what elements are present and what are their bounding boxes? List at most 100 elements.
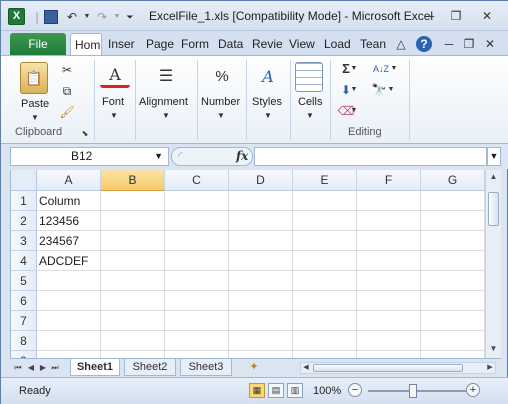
cell-g4[interactable] [421,251,485,271]
cell-d9[interactable] [229,351,293,358]
name-box-value[interactable]: B12 [71,149,92,163]
cells-label[interactable]: Cells [298,96,322,108]
page-layout-view-icon[interactable]: ▤ [268,383,284,398]
insert-function-icon[interactable]: fx [236,149,248,163]
tab-page-layout[interactable]: Page [142,33,176,55]
cell-g8[interactable] [421,331,485,351]
row-header-5[interactable]: 5 [11,271,37,291]
minimize-ribbon-icon[interactable]: △ [391,35,411,53]
cell-f4[interactable] [357,251,421,271]
cell-f3[interactable] [357,231,421,251]
cell-g1[interactable] [421,191,485,211]
cell-e8[interactable] [293,331,357,351]
cell-f9[interactable] [357,351,421,358]
cell-c7[interactable] [165,311,229,331]
cell-c1[interactable] [165,191,229,211]
cell-f1[interactable] [357,191,421,211]
previous-sheet-icon[interactable]: ◀ [25,361,37,374]
cell-b1[interactable] [101,191,165,211]
cell-g6[interactable] [421,291,485,311]
styles-group[interactable]: A Styles ▼ [248,56,288,144]
scroll-down-icon[interactable]: ▼ [487,342,500,356]
scroll-right-icon[interactable]: ▶ [485,363,495,373]
cell-c6[interactable] [165,291,229,311]
workbook-restore-icon[interactable]: ❐ [459,35,479,53]
cell-b5[interactable] [101,271,165,291]
cell-f6[interactable] [357,291,421,311]
tab-formulas[interactable]: Form [177,33,213,55]
cell-a7[interactable] [37,311,101,331]
cell-f5[interactable] [357,271,421,291]
cell-d4[interactable] [229,251,293,271]
column-header-g[interactable]: G [421,170,485,191]
scroll-up-icon[interactable]: ▲ [487,170,500,184]
scroll-left-icon[interactable]: ◀ [301,363,311,373]
undo-dropdown-icon[interactable]: ▼ [83,8,91,26]
zoom-slider[interactable] [368,390,466,392]
cell-c2[interactable] [165,211,229,231]
cell-c4[interactable] [165,251,229,271]
cell-f7[interactable] [357,311,421,331]
undo-icon[interactable]: ↶ [63,8,81,26]
clear-dropdown-icon[interactable]: ▼ [350,102,358,120]
formula-bar-handle-icon[interactable]: ◜ [178,149,183,163]
select-all-corner[interactable] [11,170,37,191]
sort-filter-dropdown-icon[interactable]: ▼ [390,60,398,78]
column-header-e[interactable]: E [293,170,357,191]
alignment-dropdown-icon[interactable]: ▼ [162,111,170,120]
zoom-in-icon[interactable]: + [466,383,480,397]
alignment-group[interactable]: ☰ Alignment ▼ [137,56,195,144]
cell-d2[interactable] [229,211,293,231]
cell-c3[interactable] [165,231,229,251]
expand-formula-bar-icon[interactable]: ▼ [487,147,501,166]
first-sheet-icon[interactable]: ⏮ [12,361,24,374]
cells-dropdown-icon[interactable]: ▼ [306,111,314,120]
row-header-2[interactable]: 2 [11,211,37,231]
customize-qat-icon[interactable]: ⏷ [123,8,137,26]
formula-input[interactable] [254,147,487,166]
cell-a9[interactable] [37,351,101,358]
cell-a8[interactable] [37,331,101,351]
sheet-tab-sheet3[interactable]: Sheet3 [180,359,232,376]
cells-icon[interactable] [295,62,323,92]
redo-dropdown-icon[interactable]: ▼ [113,8,121,26]
cell-f8[interactable] [357,331,421,351]
excel-app-icon[interactable]: X [8,8,25,25]
find-select-dropdown-icon[interactable]: ▼ [387,81,395,99]
column-header-c[interactable]: C [165,170,229,191]
column-header-f[interactable]: F [357,170,421,191]
cell-e2[interactable] [293,211,357,231]
cell-g3[interactable] [421,231,485,251]
paste-icon[interactable]: 📋 [20,62,48,94]
zoom-out-icon[interactable]: − [348,383,362,397]
tab-insert[interactable]: Inser [104,33,140,55]
clipboard-launcher-icon[interactable]: ⬊ [76,125,94,143]
number-label[interactable]: Number [201,96,240,108]
last-sheet-icon[interactable]: ⏭ [49,361,61,374]
tab-view[interactable]: View [285,33,319,55]
number-dropdown-icon[interactable]: ▼ [217,111,225,120]
number-icon[interactable]: % [207,62,237,92]
help-icon[interactable]: ? [416,36,432,52]
cell-f2[interactable] [357,211,421,231]
cell-b3[interactable] [101,231,165,251]
insert-sheet-icon[interactable]: ✦ [246,360,262,374]
cells-group[interactable]: Cells ▼ [292,56,328,144]
workbook-minimize-icon[interactable]: ─ [439,35,459,53]
sheet-tab-sheet2[interactable]: Sheet2 [124,359,176,376]
row-header-8[interactable]: 8 [11,331,37,351]
find-select-icon[interactable]: 🔭 [370,81,388,99]
cell-b6[interactable] [101,291,165,311]
row-header-9[interactable]: 9 [11,351,37,358]
paste-dropdown-icon[interactable]: ▼ [31,113,39,122]
styles-icon[interactable]: A [253,62,283,92]
cell-d6[interactable] [229,291,293,311]
alignment-icon[interactable]: ☰ [151,62,181,92]
tab-review[interactable]: Revie [248,33,282,55]
font-label[interactable]: Font [102,96,124,108]
cell-a5[interactable] [37,271,101,291]
horizontal-scrollbar[interactable]: ◀ ▶ [300,362,496,374]
close-icon[interactable]: ✕ [469,6,505,26]
row-header-1[interactable]: 1 [11,191,37,211]
row-header-4[interactable]: 4 [11,251,37,271]
